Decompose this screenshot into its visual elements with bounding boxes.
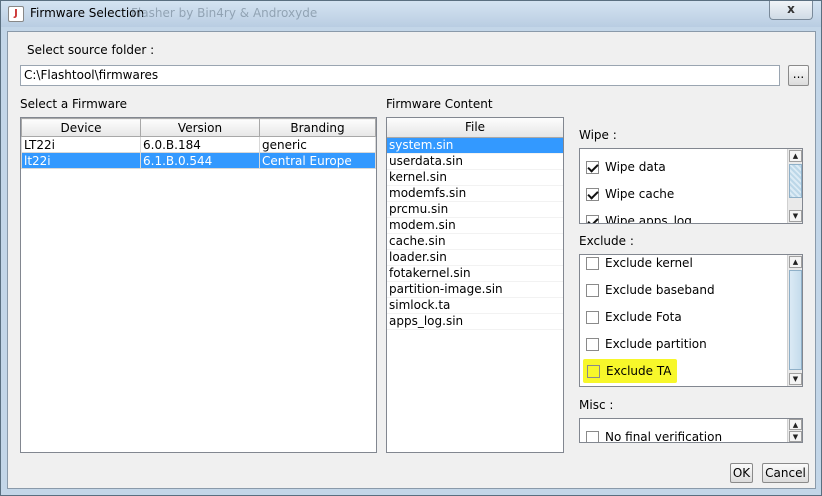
branding-cell: generic — [259, 136, 376, 153]
dialog-window: J Firmware Selection Flasher by Bin4ry &… — [0, 0, 822, 496]
scroll-down-icon[interactable]: ▼ — [789, 210, 802, 222]
close-icon[interactable]: x — [769, 1, 813, 20]
exclude-label: Exclude : — [579, 234, 634, 248]
scroll-up-icon[interactable]: ▲ — [789, 256, 802, 268]
title-bar[interactable]: J Firmware Selection Flasher by Bin4ry &… — [1, 1, 821, 27]
exclude-baseband-checkbox[interactable] — [586, 283, 599, 297]
file-list-item[interactable]: prcmu.sin — [387, 202, 563, 218]
exclude-ta-checkbox[interactable] — [587, 364, 600, 378]
file-list-item[interactable]: modemfs.sin — [387, 186, 563, 202]
misc-label: Misc : — [579, 398, 614, 412]
wipe-scrollbar[interactable]: ▲ ▼ — [787, 149, 802, 223]
java-icon: J — [8, 6, 24, 22]
exclude-partition-label: Exclude partition — [605, 337, 707, 351]
wipe-label: Wipe : — [579, 128, 617, 142]
exclude-fota-checkbox[interactable] — [586, 310, 599, 324]
file-list-item[interactable]: apps_log.sin — [387, 314, 563, 330]
table-row[interactable]: lt22i 6.1.B.0.544 Central Europe — [21, 152, 376, 169]
exclude-options-list[interactable]: Exclude kernel Exclude baseband Exclude … — [579, 254, 803, 387]
background-window-title: Flasher by Bin4ry & Androxyde — [131, 6, 318, 20]
wipe-cache-option[interactable]: Wipe cache — [586, 184, 674, 204]
wipe-apps-log-label: Wipe apps_log — [605, 214, 692, 224]
firmware-content-label: Firmware Content — [386, 97, 493, 111]
branding-cell: Central Europe — [259, 152, 376, 169]
scroll-up-icon[interactable]: ▲ — [789, 419, 802, 430]
scroll-down-icon[interactable]: ▼ — [789, 373, 802, 385]
firmware-table[interactable]: Device Version Branding LT22i 6.0.B.184 … — [20, 117, 377, 453]
no-final-verification-option[interactable]: No final verification — [586, 427, 723, 443]
exclude-scrollbar[interactable]: ▲ ▼ — [787, 255, 802, 386]
wipe-apps-log-option[interactable]: Wipe apps_log — [586, 211, 692, 224]
wipe-cache-checkbox[interactable] — [586, 187, 599, 201]
scroll-up-icon[interactable]: ▲ — [789, 150, 802, 162]
wipe-data-option[interactable]: Wipe data — [586, 157, 666, 177]
file-list-item[interactable]: kernel.sin — [387, 170, 563, 186]
firmware-list-label: Select a Firmware — [20, 97, 127, 111]
column-header-device[interactable]: Device — [21, 118, 141, 137]
file-list-item[interactable]: fotakernel.sin — [387, 266, 563, 282]
ok-button[interactable]: OK — [730, 463, 753, 483]
browse-button[interactable]: ... — [788, 65, 809, 86]
exclude-partition-option[interactable]: Exclude partition — [586, 334, 707, 354]
scroll-down-icon[interactable]: ▼ — [789, 431, 802, 442]
wipe-data-checkbox[interactable] — [586, 160, 599, 174]
column-header-file[interactable]: File — [387, 118, 563, 138]
file-list-item[interactable]: cache.sin — [387, 234, 563, 250]
wipe-apps-log-checkbox[interactable] — [586, 214, 599, 223]
wipe-data-label: Wipe data — [605, 160, 666, 174]
device-cell: LT22i — [21, 136, 141, 153]
file-list-item[interactable]: partition-image.sin — [387, 282, 563, 298]
window-title: Firmware Selection — [30, 6, 145, 20]
misc-options-list[interactable]: No final verification ▲ ▼ — [579, 418, 803, 443]
source-folder-input[interactable]: C:\Flashtool\firmwares — [20, 65, 780, 86]
exclude-ta-option[interactable]: Exclude TA — [583, 359, 678, 383]
exclude-ta-label: Exclude TA — [606, 364, 672, 378]
wipe-cache-label: Wipe cache — [605, 187, 675, 201]
column-header-branding[interactable]: Branding — [259, 118, 376, 137]
table-row[interactable]: LT22i 6.0.B.184 generic — [21, 136, 376, 153]
exclude-fota-option[interactable]: Exclude Fota — [586, 307, 682, 327]
file-list-item[interactable]: system.sin — [387, 138, 563, 154]
version-cell: 6.0.B.184 — [140, 136, 260, 153]
scroll-thumb[interactable] — [789, 164, 802, 198]
file-rows: system.sin userdata.sin kernel.sin modemfs.… — [387, 138, 563, 330]
file-list-item[interactable]: modem.sin — [387, 218, 563, 234]
dialog-content: Select source folder : C:\Flashtool\firm… — [7, 31, 816, 489]
source-folder-label: Select source folder : — [27, 43, 155, 57]
version-cell: 6.1.B.0.544 — [140, 152, 260, 169]
file-list[interactable]: File system.sin userdata.sin kernel.sin mod… — [386, 117, 564, 453]
exclude-baseband-option[interactable]: Exclude baseband — [586, 280, 715, 300]
wipe-options-list[interactable]: Wipe data Wipe cache Wipe apps_log ▲ ▼ — [579, 148, 803, 224]
no-final-verification-label: No final verification — [605, 430, 723, 443]
exclude-kernel-option[interactable]: Exclude kernel — [586, 255, 693, 273]
device-cell: lt22i — [21, 152, 141, 169]
file-list-item[interactable]: loader.sin — [387, 250, 563, 266]
exclude-kernel-label: Exclude kernel — [605, 256, 693, 270]
exclude-fota-label: Exclude Fota — [605, 310, 682, 324]
no-final-verification-checkbox[interactable] — [586, 430, 599, 442]
exclude-partition-checkbox[interactable] — [586, 337, 599, 351]
misc-scrollbar[interactable]: ▲ ▼ — [787, 419, 802, 442]
column-header-version[interactable]: Version — [140, 118, 260, 137]
exclude-baseband-label: Exclude baseband — [605, 283, 715, 297]
cancel-button[interactable]: Cancel — [762, 463, 809, 483]
exclude-kernel-checkbox[interactable] — [586, 256, 599, 270]
file-list-item[interactable]: simlock.ta — [387, 298, 563, 314]
scroll-thumb[interactable] — [789, 270, 802, 370]
file-list-item[interactable]: userdata.sin — [387, 154, 563, 170]
